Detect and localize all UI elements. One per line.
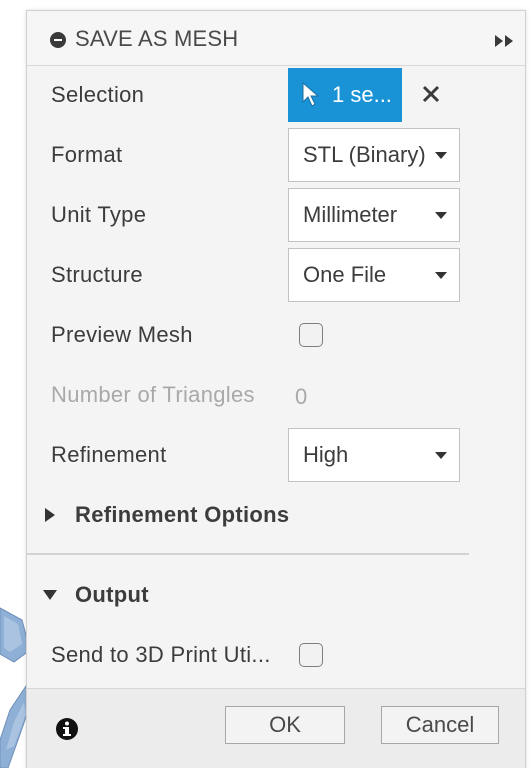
selection-label: Selection bbox=[51, 82, 145, 107]
dialog-footer: OK Cancel bbox=[27, 688, 525, 768]
dialog-title: SAVE AS MESH bbox=[75, 26, 239, 51]
chevron-down-icon bbox=[435, 152, 447, 159]
structure-value: One File bbox=[303, 262, 387, 287]
selection-button[interactable]: 1 se... bbox=[288, 68, 402, 122]
cancel-button[interactable]: Cancel bbox=[381, 706, 499, 744]
ok-button[interactable]: OK bbox=[225, 706, 345, 744]
selection-count: 1 se... bbox=[332, 82, 392, 107]
format-value: STL (Binary) bbox=[303, 142, 426, 167]
chevron-down-icon bbox=[435, 452, 447, 459]
send-to-print-label: Send to 3D Print Uti... bbox=[51, 642, 271, 667]
unit-type-label: Unit Type bbox=[51, 202, 147, 227]
unit-type-dropdown[interactable]: Millimeter bbox=[288, 188, 460, 242]
refinement-options-header[interactable]: Refinement Options bbox=[75, 502, 289, 528]
preview-mesh-label: Preview Mesh bbox=[51, 322, 193, 347]
send-to-print-checkbox[interactable] bbox=[299, 643, 323, 667]
unit-type-value: Millimeter bbox=[303, 202, 398, 227]
minus-circle-icon[interactable] bbox=[50, 32, 66, 48]
structure-label: Structure bbox=[51, 262, 143, 287]
format-label: Format bbox=[51, 142, 123, 167]
format-dropdown[interactable]: STL (Binary) bbox=[288, 128, 460, 182]
refinement-value: High bbox=[303, 442, 349, 467]
preview-mesh-checkbox[interactable] bbox=[299, 323, 323, 347]
collapse-triangle-icon[interactable] bbox=[43, 590, 57, 600]
num-triangles-label: Number of Triangles bbox=[51, 382, 255, 407]
chevron-down-icon bbox=[435, 272, 447, 279]
cursor-arrow-icon bbox=[302, 82, 320, 107]
save-as-mesh-dialog: SAVE AS MESH Selection 1 se... Format ST… bbox=[26, 10, 526, 768]
refinement-dropdown[interactable]: High bbox=[288, 428, 460, 482]
expand-triangle-icon[interactable] bbox=[45, 508, 55, 522]
dialog-title-bar[interactable]: SAVE AS MESH bbox=[27, 11, 525, 66]
refinement-label: Refinement bbox=[51, 442, 167, 467]
structure-dropdown[interactable]: One File bbox=[288, 248, 460, 302]
chevron-down-icon bbox=[435, 212, 447, 219]
divider bbox=[27, 553, 469, 555]
num-triangles-value: 0 bbox=[295, 384, 308, 409]
info-icon[interactable] bbox=[55, 717, 79, 741]
output-header[interactable]: Output bbox=[75, 582, 149, 608]
double-chevron-right-icon[interactable] bbox=[495, 35, 515, 47]
close-icon[interactable] bbox=[421, 84, 441, 104]
